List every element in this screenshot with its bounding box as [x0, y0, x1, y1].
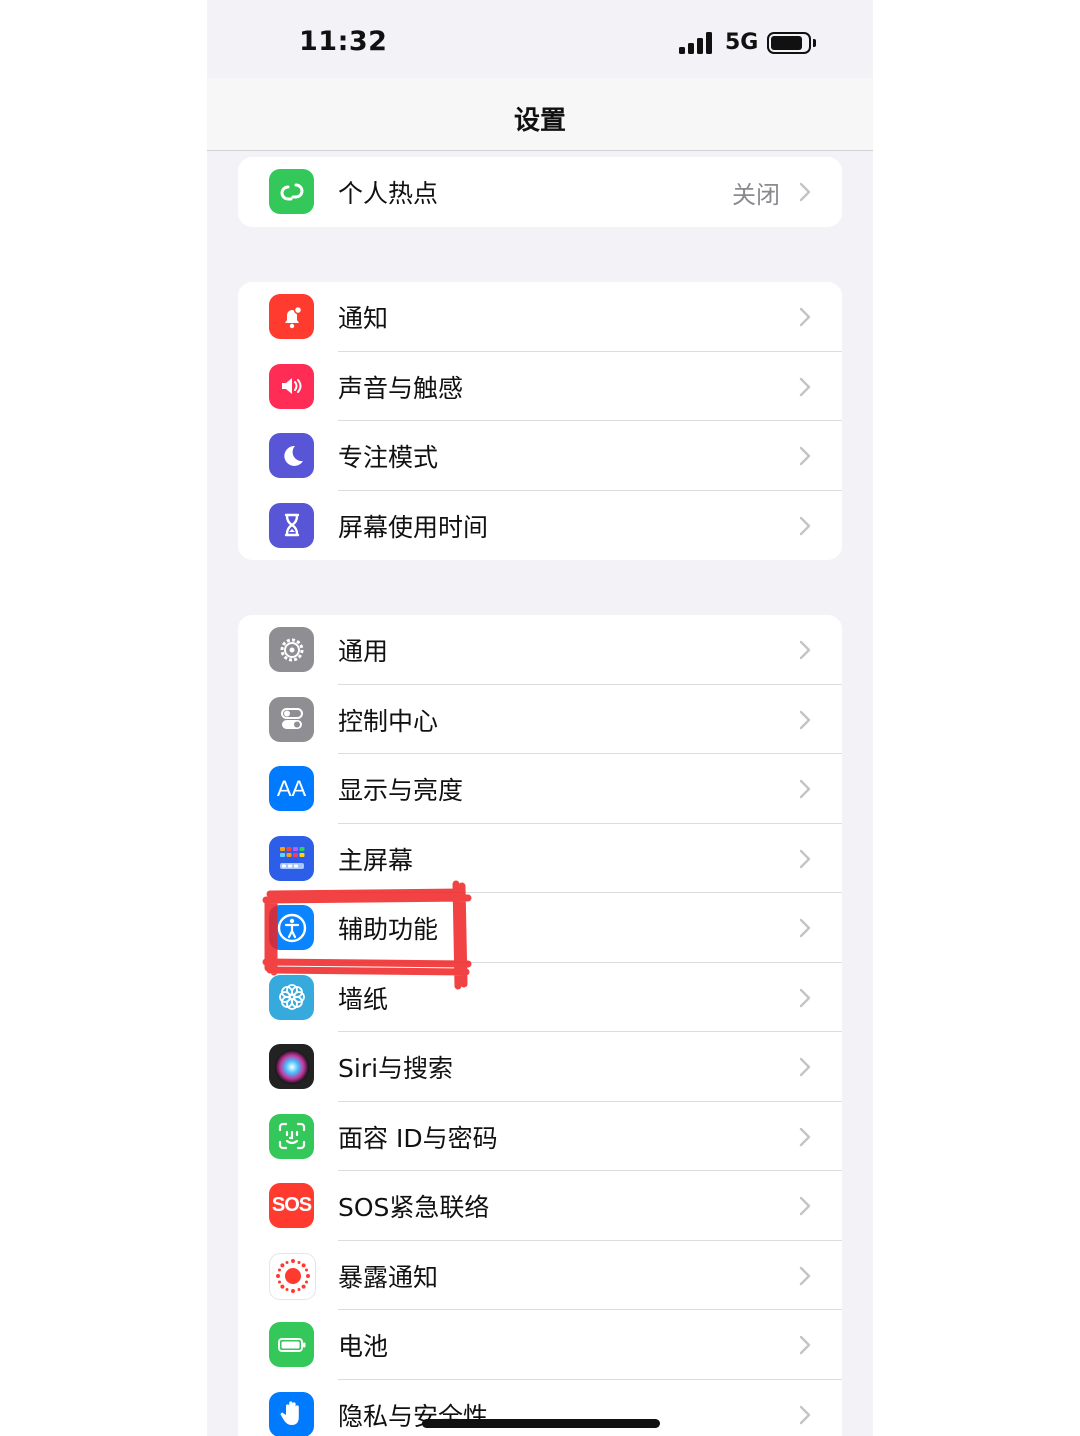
settings-row-label: 控制中心 — [338, 706, 439, 736]
speaker-icon — [269, 363, 314, 409]
settings-row-general[interactable]: 通用 — [238, 615, 842, 685]
chevron-right-icon — [799, 779, 811, 799]
chevron-right-icon — [799, 1266, 811, 1285]
hotspot-icon — [269, 169, 314, 214]
settings-row-battery[interactable]: 电池 — [238, 1310, 842, 1380]
settings-row-label: 屏幕使用时间 — [338, 512, 489, 542]
bell-icon — [269, 294, 314, 339]
settings-row-label: 声音与触感 — [338, 373, 464, 403]
settings-row-label: 辅助功能 — [338, 915, 439, 944]
chevron-right-icon — [799, 377, 811, 396]
toggles-icon — [269, 696, 314, 742]
settings-row-label: 暴露通知 — [338, 1262, 439, 1292]
settings-group-notifications: 通知声音与触感专注模式屏幕使用时间 — [238, 282, 842, 560]
chevron-right-icon — [799, 307, 811, 327]
settings-row-accessibility[interactable]: 辅助功能 — [238, 893, 842, 963]
settings-row-label: 面容 ID与密码 — [338, 1123, 498, 1153]
phone-screen: 11:32 5G 设置 个人热点 关闭 通知声音与触感专注模式屏幕使用时间 通用控… — [207, 0, 873, 1436]
chevron-right-icon — [799, 1335, 811, 1355]
network-type: 5G — [725, 30, 759, 55]
faceid-icon — [269, 1113, 314, 1159]
settings-row-label: SOS紧急联络 — [338, 1193, 490, 1222]
settings-row-faceid[interactable]: 面容 ID与密码 — [238, 1102, 842, 1171]
settings-row-label: 通知 — [338, 304, 389, 333]
moon-icon — [269, 433, 314, 478]
settings-row-value: 关闭 — [732, 181, 780, 209]
exposure-icon — [269, 1252, 316, 1300]
settings-row-display[interactable]: AA 显示与亮度 — [238, 754, 842, 824]
settings-row-label: 通用 — [338, 637, 389, 666]
settings-row-exposure[interactable]: 暴露通知 — [238, 1241, 842, 1310]
settings-row-screentime[interactable]: 屏幕使用时间 — [238, 491, 842, 561]
settings-group-network: 个人热点 关闭 — [238, 157, 842, 227]
settings-group-general: 通用控制中心 AA 显示与亮度主屏幕辅助功能墙纸 Siri与搜索面容 ID与密码 SOS… — [238, 615, 842, 1436]
settings-row-label: 墙纸 — [338, 984, 389, 1014]
sos-glyph: SOS — [271, 1194, 312, 1216]
signal-icon — [679, 32, 715, 56]
accessibility-icon — [269, 905, 314, 950]
home-indicator[interactable] — [422, 1419, 660, 1428]
chevron-right-icon — [799, 710, 811, 729]
chevron-right-icon — [799, 1196, 811, 1216]
text-size-icon: AA — [269, 766, 314, 811]
settings-row-hotspot[interactable]: 个人热点 关闭 — [238, 157, 842, 227]
chevron-right-icon — [799, 1057, 811, 1077]
settings-row-sos[interactable]: SOS SOS紧急联络 — [238, 1171, 842, 1241]
settings-row-siri[interactable]: Siri与搜索 — [238, 1032, 842, 1102]
settings-row-label: 主屏幕 — [338, 845, 414, 875]
settings-row-control[interactable]: 控制中心 — [238, 685, 842, 754]
text-size-glyph: AA — [276, 775, 307, 801]
hand-icon — [269, 1391, 314, 1436]
chevron-right-icon — [799, 446, 811, 466]
settings-row-label: 专注模式 — [338, 443, 439, 472]
battery-icon — [269, 1322, 314, 1367]
settings-row-label: 电池 — [338, 1332, 389, 1361]
hourglass-icon — [269, 502, 314, 548]
chevron-right-icon — [799, 849, 811, 868]
settings-row-focus[interactable]: 专注模式 — [238, 421, 842, 491]
chevron-right-icon — [799, 1405, 811, 1424]
flower-icon — [269, 974, 314, 1020]
page-title: 设置 — [513, 106, 566, 136]
settings-row-home[interactable]: 主屏幕 — [238, 824, 842, 893]
settings-row-label: Siri与搜索 — [338, 1054, 454, 1083]
chevron-right-icon — [799, 918, 811, 938]
sos-icon: SOS — [269, 1183, 314, 1228]
battery-status-icon — [767, 32, 811, 54]
chevron-right-icon — [799, 182, 811, 202]
chevron-right-icon — [799, 988, 811, 1007]
settings-row-sounds[interactable]: 声音与触感 — [238, 352, 842, 421]
settings-row-notifications[interactable]: 通知 — [238, 282, 842, 352]
gear-icon — [269, 627, 314, 672]
battery-tip — [813, 39, 816, 47]
settings-row-label: 显示与亮度 — [338, 776, 464, 805]
settings-row-wallpaper[interactable]: 墙纸 — [238, 963, 842, 1032]
home-grid-icon — [269, 835, 314, 881]
status-time: 11:32 — [299, 26, 388, 57]
chevron-right-icon — [799, 640, 811, 660]
chevron-right-icon — [799, 1127, 811, 1146]
siri-icon — [269, 1044, 314, 1089]
settings-row-label: 个人热点 — [338, 179, 439, 208]
nav-bar: 设置 — [207, 78, 873, 151]
chevron-right-icon — [799, 516, 811, 535]
